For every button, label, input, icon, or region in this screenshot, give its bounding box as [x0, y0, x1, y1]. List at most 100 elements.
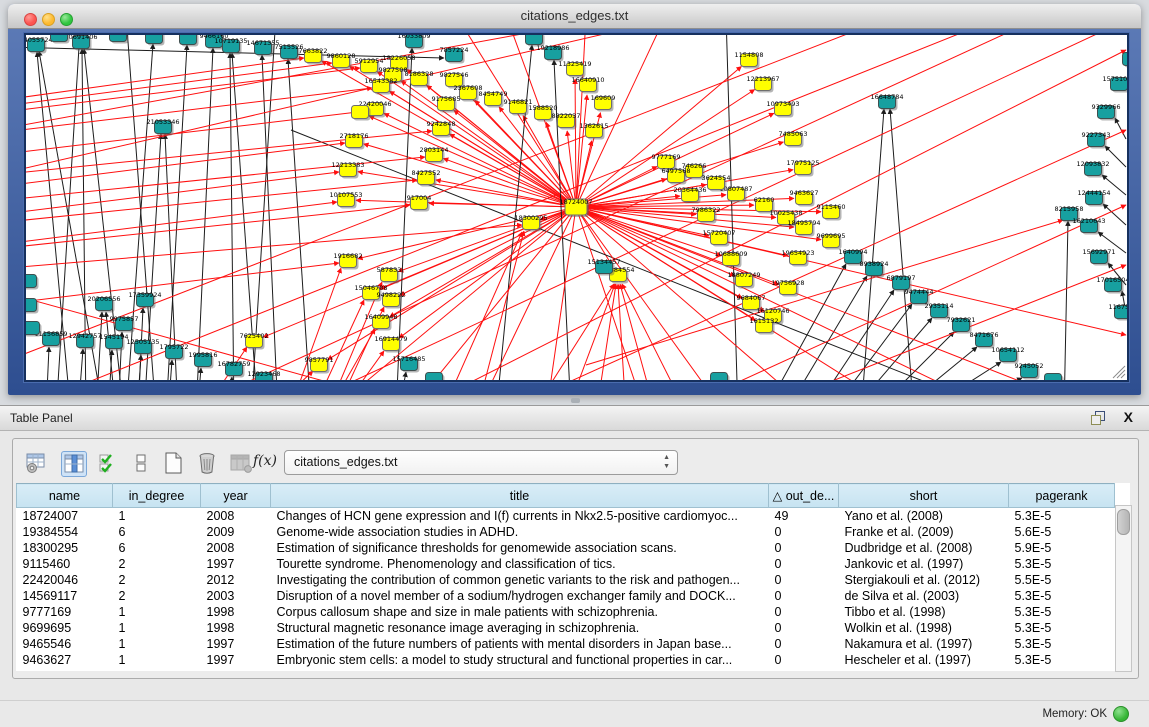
- graph-node[interactable]: 12213383: [331, 161, 364, 179]
- table-cell[interactable]: 9699695: [17, 620, 113, 636]
- graph-node[interactable]: [1045, 374, 1064, 381]
- graph-node[interactable]: 18807249: [727, 271, 760, 289]
- table-row[interactable]: 946362711997Embryonic stem cells: a mode…: [17, 652, 1115, 668]
- table-cell[interactable]: 19384554: [17, 524, 113, 540]
- rows-icon[interactable]: [129, 451, 153, 475]
- graph-node[interactable]: 169609: [591, 94, 616, 112]
- graph-node[interactable]: 17975125: [786, 159, 819, 177]
- table-cell[interactable]: 18300295: [17, 540, 113, 556]
- table-cell[interactable]: 0: [769, 524, 839, 540]
- table-cell[interactable]: 1998: [201, 604, 271, 620]
- graph-node[interactable]: 16543382: [364, 77, 397, 95]
- table-cell[interactable]: Estimation of the future numbers of pati…: [271, 636, 769, 652]
- graph-node[interactable]: 24055724: [26, 36, 53, 54]
- graph-node[interactable]: 8822037: [552, 112, 581, 130]
- table-cell[interactable]: 2012: [201, 572, 271, 588]
- graph-node[interactable]: 16033809: [397, 35, 430, 50]
- graph-node[interactable]: 1545194: [100, 333, 129, 351]
- table-cell[interactable]: 1: [113, 636, 201, 652]
- graph-node[interactable]: 1995816: [189, 351, 218, 369]
- table-cell[interactable]: 1997: [201, 652, 271, 668]
- graph-node[interactable]: 1167533: [1109, 303, 1127, 321]
- column-header-name[interactable]: name: [17, 484, 113, 508]
- select-all-columns-icon[interactable]: [97, 451, 121, 475]
- close-panel-icon[interactable]: X: [1124, 409, 1133, 425]
- graph-node[interactable]: 917004: [407, 194, 432, 212]
- window-titlebar[interactable]: citations_edges.txt: [8, 4, 1141, 29]
- table-header-row[interactable]: namein_degreeyeartitle△ out_de...shortpa…: [17, 484, 1115, 508]
- graph-node[interactable]: [51, 35, 70, 44]
- graph-node[interactable]: 12444154: [1077, 189, 1110, 207]
- graph-node[interactable]: [110, 35, 129, 44]
- graph-node[interactable]: 12923468: [247, 370, 280, 380]
- table-cell[interactable]: 5.3E-5: [1009, 652, 1115, 668]
- table-cell[interactable]: 9463627: [17, 652, 113, 668]
- table-row[interactable]: 1872400712008Changes of HCN gene express…: [17, 508, 1115, 525]
- graph-node[interactable]: 1916682: [334, 252, 363, 270]
- graph-node[interactable]: 17359924: [128, 291, 161, 309]
- table-cell[interactable]: 1: [113, 604, 201, 620]
- table-cell[interactable]: 6: [113, 524, 201, 540]
- graph-node[interactable]: 8427552: [412, 169, 441, 187]
- table-cell[interactable]: Disruption of a novel member of a sodium…: [271, 588, 769, 604]
- graph-node[interactable]: [1123, 53, 1128, 68]
- table-cell[interactable]: Corpus callosum shape and size in male p…: [271, 604, 769, 620]
- delete-trash-icon[interactable]: [195, 451, 219, 475]
- table-cell[interactable]: 0: [769, 620, 839, 636]
- column-header-out-de-[interactable]: △ out_de...: [769, 484, 839, 508]
- graph-node[interactable]: 9245052: [1015, 362, 1044, 380]
- graph-node[interactable]: 16782759: [217, 360, 250, 378]
- table-cell[interactable]: Changes of HCN gene expression and I(f) …: [271, 508, 769, 525]
- table-cell[interactable]: 9465546: [17, 636, 113, 652]
- table-cell[interactable]: 5.5E-5: [1009, 572, 1115, 588]
- table-cell[interactable]: 9777169: [17, 604, 113, 620]
- network-view[interactable]: 1872400776638229860128591295418226058982…: [24, 33, 1129, 382]
- table-row[interactable]: 1938455462009Genome-wide association stu…: [17, 524, 1115, 540]
- table-cell[interactable]: 5.9E-5: [1009, 540, 1115, 556]
- table-cell[interactable]: Investigating the contribution of common…: [271, 572, 769, 588]
- show-columns-icon[interactable]: [61, 451, 87, 477]
- graph-node[interactable]: 17016504: [1096, 276, 1127, 294]
- new-table-icon[interactable]: [161, 451, 185, 475]
- table-cell[interactable]: Tibbo et al. (1998): [839, 604, 1009, 620]
- table-row[interactable]: 969969511998Structural magnetic resonanc…: [17, 620, 1115, 636]
- table-cell[interactable]: Nakamura et al. (1997): [839, 636, 1009, 652]
- table-cell[interactable]: 22420046: [17, 572, 113, 588]
- table-cell[interactable]: 0: [769, 604, 839, 620]
- table-cell[interactable]: 0: [769, 588, 839, 604]
- scrollbar-thumb[interactable]: [1117, 509, 1130, 535]
- table-cell[interactable]: 1998: [201, 620, 271, 636]
- graph-node[interactable]: 12942757: [68, 332, 101, 350]
- table-cell[interactable]: Wolkin et al. (1998): [839, 620, 1009, 636]
- graph-node[interactable]: 7625402: [240, 332, 269, 350]
- table-cell[interactable]: 1: [113, 652, 201, 668]
- table-cell[interactable]: 0: [769, 556, 839, 572]
- graph-node[interactable]: 9860128: [327, 52, 356, 70]
- table-cell[interactable]: 9115460: [17, 556, 113, 572]
- table-row[interactable]: 946554611997Estimation of the future num…: [17, 636, 1115, 652]
- graph-node[interactable]: 20364436: [673, 186, 706, 204]
- table-cell[interactable]: Franke et al. (2009): [839, 524, 1009, 540]
- graph-node[interactable]: [26, 275, 39, 290]
- table-row[interactable]: 2242004622012Investigating the contribut…: [17, 572, 1115, 588]
- graph-node[interactable]: 15692971: [1082, 248, 1115, 266]
- column-header-title[interactable]: title: [271, 484, 769, 508]
- graph-node[interactable]: 7857224: [440, 46, 469, 64]
- graph-node[interactable]: 9175685: [432, 95, 461, 113]
- graph-node[interactable]: 18300295: [514, 214, 547, 232]
- table-cell[interactable]: 5.3E-5: [1009, 508, 1115, 525]
- graph-node[interactable]: 12213967: [746, 75, 779, 93]
- table-cell[interactable]: 5.3E-5: [1009, 636, 1115, 652]
- panel-divider-handle[interactable]: [571, 398, 580, 403]
- attribute-table[interactable]: namein_degreeyeartitle△ out_de...shortpa…: [16, 483, 1115, 668]
- graph-node[interactable]: 9699695: [817, 232, 846, 250]
- table-select-dropdown[interactable]: citations_edges.txt ▲▼: [284, 450, 678, 475]
- graph-node[interactable]: [26, 322, 42, 337]
- table-row[interactable]: 1830029562008Estimation of significance …: [17, 540, 1115, 556]
- table-cell[interactable]: 5.3E-5: [1009, 588, 1115, 604]
- table-cell[interactable]: 2008: [201, 540, 271, 556]
- graph-node[interactable]: [352, 106, 371, 121]
- table-cell[interactable]: 6: [113, 540, 201, 556]
- graph-node[interactable]: 9329966: [1092, 103, 1121, 121]
- graph-node[interactable]: 10653257: [137, 35, 170, 46]
